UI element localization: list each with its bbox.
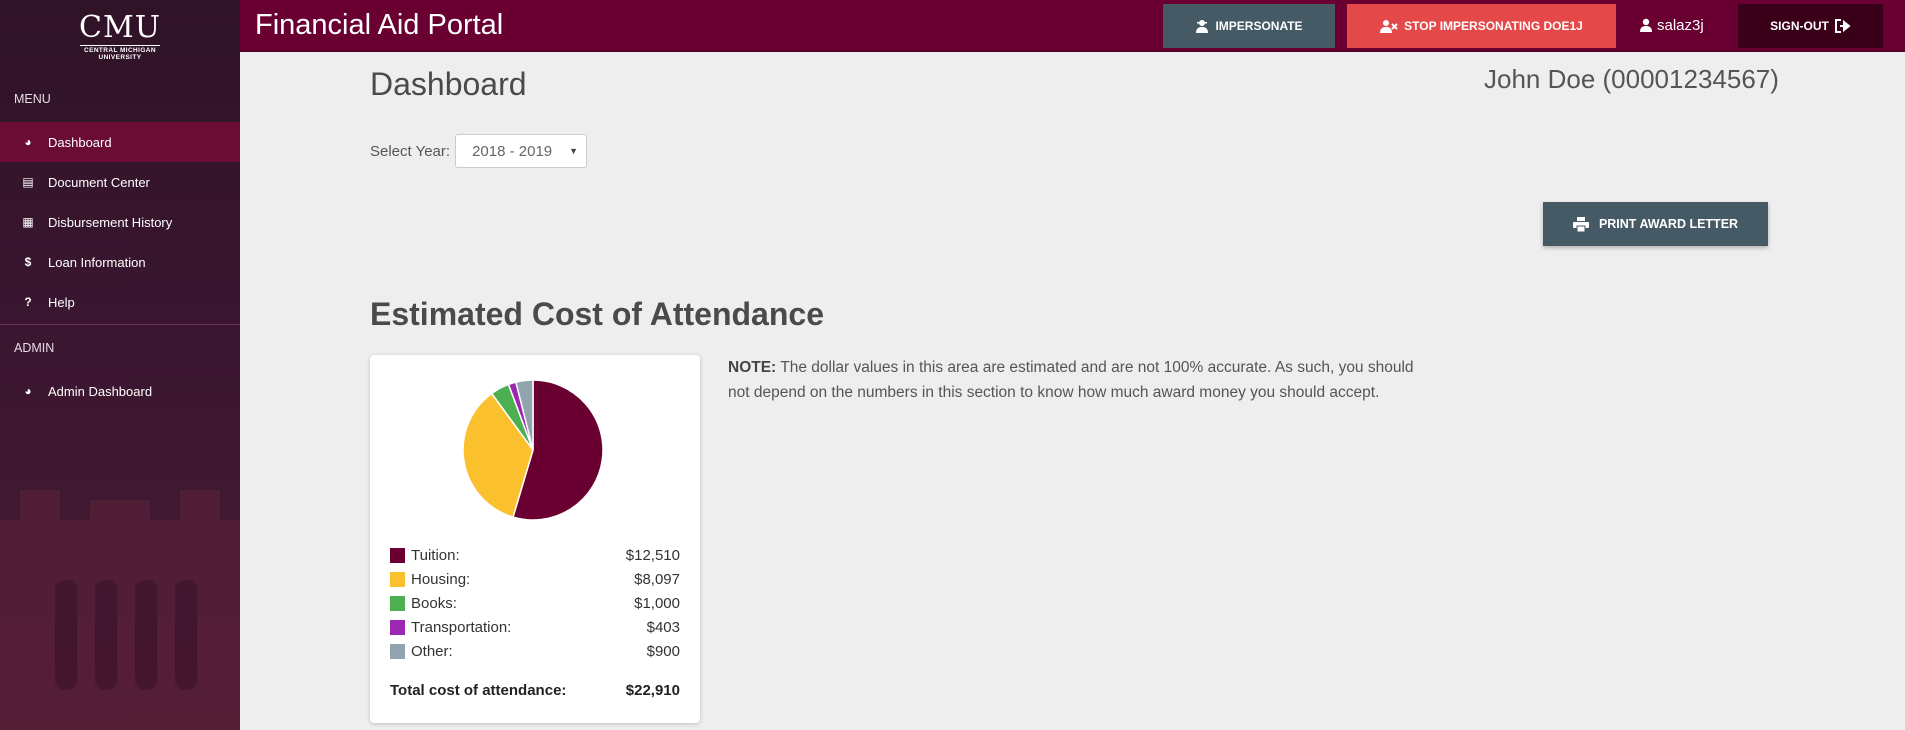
legend-label: Books:: [411, 594, 457, 612]
legend-swatch: [390, 571, 405, 587]
legend-value: $403: [646, 618, 680, 636]
user-icon: [1640, 18, 1652, 32]
logo-wordmark: CMU: [79, 10, 161, 45]
year-label: Select Year:: [370, 142, 451, 160]
pie-chart: [458, 375, 608, 525]
year-select-value: 2018 - 2019: [472, 142, 553, 160]
calendar-icon: ▦: [22, 215, 34, 229]
legend-row-housing: Housing: $8,097: [390, 567, 680, 591]
top-bar: Financial Aid Portal IMPERSONATE STOP IM…: [240, 0, 1905, 52]
legend-swatch: [390, 619, 405, 635]
page-title: Dashboard: [370, 66, 527, 102]
student-name: John Doe (00001234567): [1484, 64, 1779, 94]
legend-swatch: [390, 643, 405, 659]
note-text: The dollar values in this area are estim…: [728, 359, 1414, 401]
cost-of-attendance-card: Tuition: $12,510 Housing: $8,097 Books: …: [370, 355, 700, 723]
cmu-logo[interactable]: CMU CENTRAL MICHIGAN UNIVERSITY: [0, 0, 240, 72]
menu-header: MENU: [14, 92, 51, 106]
legend-value: $12,510: [625, 546, 680, 564]
logo-rule: [80, 45, 160, 46]
legend-row-other: Other: $900: [390, 639, 680, 663]
year-select[interactable]: 2018 - 2019 ▼: [455, 134, 588, 168]
main-content: Dashboard John Doe (00001234567) Select …: [240, 52, 1905, 730]
legend-label: Tuition:: [411, 546, 460, 564]
dashboard-icon: ◕: [24, 135, 32, 149]
sidebar-item-label: Disbursement History: [48, 214, 173, 230]
legend-label: Other:: [411, 642, 453, 660]
year-selector-row: Select Year: 2018 - 2019 ▼: [370, 134, 588, 168]
caret-down-icon: ▼: [569, 146, 579, 156]
app-title: Financial Aid Portal: [255, 9, 504, 41]
sign-out-icon: [1834, 19, 1851, 33]
chart-legend: Tuition: $12,510 Housing: $8,097 Books: …: [390, 543, 680, 663]
pie-chart-svg: [462, 379, 604, 521]
sidebar-item-loan-information[interactable]: $ Loan Information: [0, 242, 240, 282]
legend-value: $900: [646, 642, 680, 660]
menu-section: MENU ◕ Dashboard ▤ Document Center ▦ Dis…: [0, 76, 240, 411]
legend-row-transportation: Transportation: $403: [390, 615, 680, 639]
stop-impersonating-button[interactable]: STOP IMPERSONATING DOE1J: [1347, 4, 1616, 48]
dashboard-icon: ◕: [24, 384, 32, 398]
section-title-cost-of-attendance: Estimated Cost of Attendance: [370, 296, 824, 332]
legend-swatch: [390, 595, 405, 611]
stop-impersonating-label: STOP IMPERSONATING DOE1J: [1404, 19, 1583, 33]
sidebar-item-label: Help: [48, 294, 75, 310]
total-cost-label: Total cost of attendance:: [390, 682, 567, 699]
admin-header: ADMIN: [14, 341, 55, 355]
sidebar-item-label: Admin Dashboard: [48, 383, 153, 399]
dollar-icon: $: [24, 255, 32, 269]
print-award-letter-label: PRINT AWARD LETTER: [1598, 217, 1739, 231]
sidebar-item-label: Loan Information: [48, 254, 146, 270]
impersonate-button[interactable]: IMPERSONATE: [1163, 4, 1335, 48]
sidebar-item-document-center[interactable]: ▤ Document Center: [0, 162, 240, 202]
sidebar-item-help[interactable]: ? Help: [0, 282, 240, 322]
impersonate-label: IMPERSONATE: [1215, 19, 1303, 33]
total-cost-value: $22,910: [625, 682, 680, 699]
question-icon: ?: [24, 295, 32, 309]
sidebar-item-admin-dashboard[interactable]: ◕ Admin Dashboard: [0, 371, 240, 411]
sidebar: CMU CENTRAL MICHIGAN UNIVERSITY MENU ◕ D…: [0, 0, 240, 730]
legend-row-books: Books: $1,000: [390, 591, 680, 615]
sign-out-label: SIGN-OUT: [1770, 19, 1829, 33]
sidebar-item-dashboard[interactable]: ◕ Dashboard: [0, 122, 240, 162]
user-menu[interactable]: salaz3j: [1640, 0, 1704, 50]
legend-swatch: [390, 547, 405, 563]
archive-icon: ▤: [22, 175, 34, 189]
note-label: NOTE:: [728, 359, 777, 376]
legend-label: Housing:: [411, 570, 471, 588]
legend-value: $1,000: [634, 594, 680, 612]
total-cost-row: Total cost of attendance: $22,910: [390, 682, 680, 699]
user-times-icon: [1380, 20, 1398, 33]
logo-line2: UNIVERSITY: [98, 54, 142, 61]
username: salaz3j: [1657, 16, 1704, 34]
print-icon: [1572, 216, 1589, 232]
sidebar-item-disbursement-history[interactable]: ▦ Disbursement History: [0, 202, 240, 242]
tower-background-image: [0, 490, 240, 730]
sidebar-item-label: Document Center: [48, 174, 150, 190]
legend-row-tuition: Tuition: $12,510: [390, 543, 680, 567]
cost-note: NOTE: The dollar values in this area are…: [728, 355, 1418, 405]
legend-label: Transportation:: [411, 618, 512, 636]
legend-value: $8,097: [634, 570, 680, 588]
logo-line1: CENTRAL MICHIGAN: [84, 47, 156, 54]
print-award-letter-button[interactable]: PRINT AWARD LETTER: [1543, 202, 1768, 246]
sign-out-button[interactable]: SIGN-OUT: [1738, 4, 1883, 48]
sidebar-item-label: Dashboard: [48, 134, 112, 150]
user-secret-icon: [1196, 20, 1209, 33]
